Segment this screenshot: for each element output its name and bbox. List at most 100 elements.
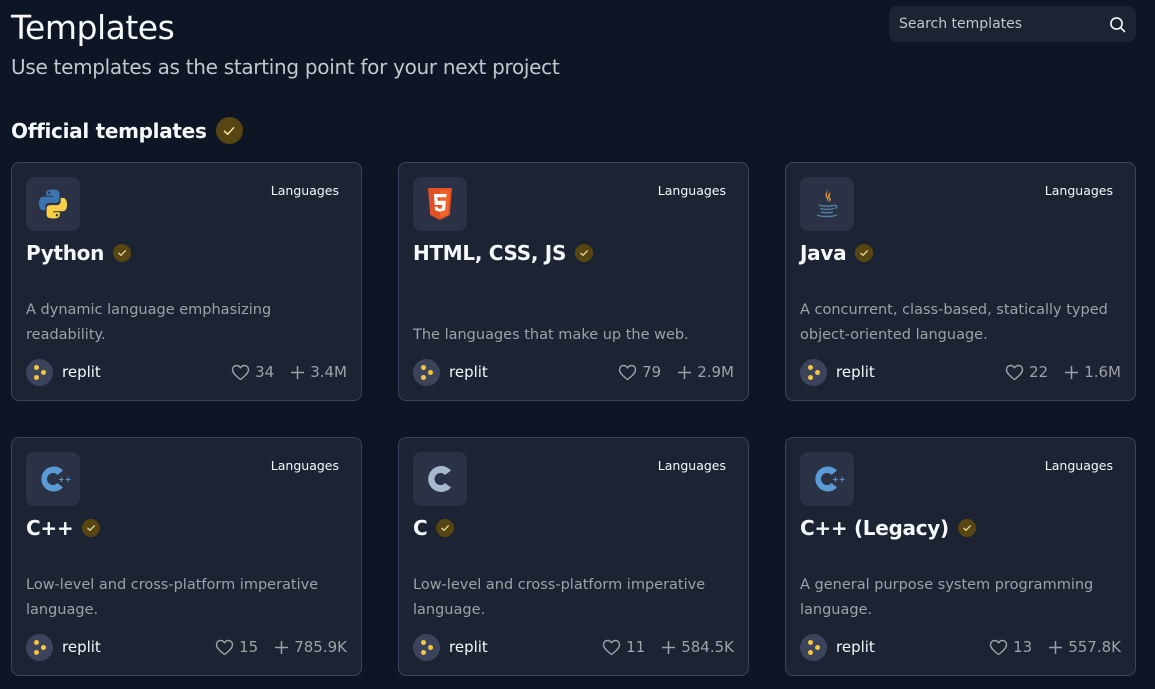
likes-count: 15 — [239, 638, 259, 656]
verified-check-icon — [215, 117, 243, 144]
forks-count: 3.4M — [310, 363, 347, 381]
template-author[interactable]: replit — [800, 633, 875, 661]
template-description: A concurrent, class-based, statically ty… — [800, 302, 1108, 343]
java-logo-icon — [816, 188, 838, 218]
forks-count: 584.5K — [681, 638, 734, 656]
template-description: Low-level and cross-platform imperative … — [413, 577, 706, 618]
forks-count: 785.9K — [294, 638, 347, 656]
replit-avatar-icon — [800, 633, 827, 661]
c-logo-icon — [428, 466, 451, 492]
search-input[interactable] — [899, 16, 1108, 32]
template-card-c-legacy[interactable]: ++ Languages C++ (Legacy) A general purp… — [785, 437, 1136, 676]
template-category: Languages — [657, 458, 726, 473]
heart-icon[interactable] — [989, 639, 1008, 656]
author-name: replit — [836, 363, 875, 381]
template-card-java[interactable]: Languages Java A concurrent, class-based… — [785, 162, 1136, 401]
template-title: C++ — [26, 516, 101, 540]
cpp-logo-icon: ++ — [815, 466, 845, 492]
verified-check-icon — [113, 244, 132, 262]
template-author[interactable]: replit — [26, 633, 101, 661]
template-card-c[interactable]: ++ Languages C++ Low-level and cross-pla… — [11, 437, 362, 676]
verified-check-icon — [855, 244, 874, 262]
verified-check-icon — [436, 519, 455, 537]
heart-icon[interactable] — [1005, 364, 1024, 381]
likes-count: 22 — [1029, 363, 1049, 381]
author-name: replit — [449, 363, 488, 381]
cpp-logo-icon: ++ — [41, 466, 71, 492]
template-stats: 15 785.9K — [215, 638, 347, 656]
heart-icon[interactable] — [602, 639, 621, 656]
heart-icon[interactable] — [215, 639, 234, 656]
template-title: C — [413, 516, 455, 540]
heart-icon[interactable] — [618, 364, 637, 381]
replit-avatar-icon — [413, 358, 440, 386]
author-name: replit — [449, 638, 488, 656]
svg-text:++: ++ — [58, 475, 71, 484]
search-box[interactable] — [889, 6, 1136, 42]
replit-avatar-icon — [26, 633, 53, 661]
html5-logo-icon — [428, 188, 452, 220]
template-footer: replit 13 557.8K — [800, 633, 1121, 661]
fork-plus-icon[interactable] — [274, 640, 289, 655]
page-subtitle: Use templates as the starting point for … — [11, 55, 560, 79]
template-logo — [26, 177, 80, 231]
verified-check-icon — [957, 519, 976, 537]
template-title: Java — [800, 241, 874, 265]
likes-count: 13 — [1013, 638, 1033, 656]
template-title: HTML, CSS, JS — [413, 241, 594, 265]
template-logo — [413, 452, 467, 506]
template-author[interactable]: replit — [26, 358, 101, 386]
template-footer: replit 22 1.6M — [800, 358, 1121, 386]
template-stats: 79 2.9M — [618, 363, 734, 381]
template-description: A general purpose system programming lan… — [800, 577, 1094, 618]
template-name: HTML, CSS, JS — [413, 241, 567, 265]
template-category: Languages — [657, 183, 726, 198]
template-description: The languages that make up the web. — [413, 327, 689, 343]
template-footer: replit 34 3.4M — [26, 358, 347, 386]
section-official-templates: Official templates — [11, 117, 243, 144]
template-logo: ++ — [800, 452, 854, 506]
template-author[interactable]: replit — [800, 358, 875, 386]
template-name: Python — [26, 241, 105, 265]
verified-check-icon — [575, 244, 594, 262]
fork-plus-icon[interactable] — [661, 640, 676, 655]
template-stats: 11 584.5K — [602, 638, 734, 656]
verified-check-icon — [82, 519, 101, 537]
section-title: Official templates — [11, 118, 207, 143]
template-title: C++ (Legacy) — [800, 516, 976, 540]
template-description: Low-level and cross-platform imperative … — [26, 577, 319, 618]
template-logo — [800, 177, 854, 231]
author-name: replit — [836, 638, 875, 656]
forks-count: 1.6M — [1084, 363, 1121, 381]
template-card-html-css-js[interactable]: Languages HTML, CSS, JS The languages th… — [398, 162, 749, 401]
fork-plus-icon[interactable] — [1048, 640, 1063, 655]
template-card-python[interactable]: Languages Python A dynamic language emph… — [11, 162, 362, 401]
template-author[interactable]: replit — [413, 633, 488, 661]
template-name: C++ — [26, 516, 74, 540]
author-name: replit — [62, 363, 101, 381]
svg-text:++: ++ — [832, 475, 845, 484]
python-logo-icon — [39, 189, 67, 219]
heart-icon[interactable] — [231, 364, 250, 381]
template-footer: replit 11 584.5K — [413, 633, 734, 661]
template-category: Languages — [270, 458, 339, 473]
fork-plus-icon[interactable] — [1064, 365, 1079, 380]
replit-avatar-icon — [26, 358, 53, 386]
fork-plus-icon[interactable] — [677, 365, 692, 380]
template-card-c[interactable]: Languages C Low-level and cross-platform… — [398, 437, 749, 676]
likes-count: 34 — [255, 363, 275, 381]
page-title: Templates — [11, 8, 175, 47]
template-footer: replit 15 785.9K — [26, 633, 347, 661]
template-author[interactable]: replit — [413, 358, 488, 386]
template-category: Languages — [1044, 458, 1113, 473]
search-icon[interactable] — [1108, 15, 1126, 33]
forks-count: 2.9M — [697, 363, 734, 381]
template-footer: replit 79 2.9M — [413, 358, 734, 386]
fork-plus-icon[interactable] — [290, 365, 305, 380]
template-stats: 22 1.6M — [1005, 363, 1121, 381]
replit-avatar-icon — [413, 633, 440, 661]
author-name: replit — [62, 638, 101, 656]
template-stats: 13 557.8K — [989, 638, 1121, 656]
templates-page: Templates Use templates as the starting … — [0, 0, 1155, 689]
replit-avatar-icon — [800, 358, 827, 386]
